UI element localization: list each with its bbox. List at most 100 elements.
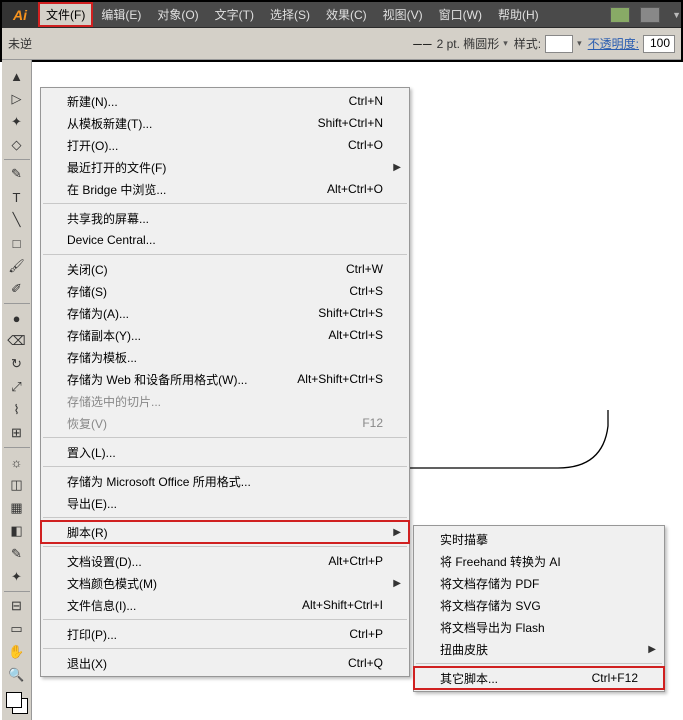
menu-item[interactable]: 存储(S)Ctrl+S (41, 280, 409, 302)
zoom-tool[interactable]: 🔍 (4, 664, 30, 686)
menu-item-label: 新建(N)... (67, 93, 349, 110)
menu-item[interactable]: 编辑(E) (93, 2, 149, 27)
bridge-badge[interactable] (610, 7, 630, 23)
scale-tool[interactable]: ⤢ (4, 376, 30, 398)
fill-stroke-swatch[interactable] (4, 690, 30, 716)
rotate-tool[interactable]: ↻ (4, 353, 30, 375)
menu-item-label: 其它脚本... (440, 670, 592, 687)
brush-tool[interactable]: 🖌 (4, 255, 30, 277)
menu-item[interactable]: 将文档导出为 Flash (414, 616, 664, 638)
menu-item[interactable]: 存储为 Microsoft Office 所用格式... (41, 470, 409, 492)
menu-item-label: 在 Bridge 中浏览... (67, 181, 327, 198)
artboard-tool[interactable]: ▭ (4, 618, 30, 640)
line-tool[interactable]: ╲ (4, 209, 30, 231)
chevron-right-icon: ▶ (393, 578, 401, 589)
blob-tool[interactable]: ● (4, 307, 30, 329)
chevron-right-icon: ▶ (393, 162, 401, 173)
gradient-tool[interactable]: ◧ (4, 520, 30, 542)
menu-item[interactable]: 存储为模板... (41, 346, 409, 368)
rect-tool[interactable]: □ (4, 232, 30, 254)
menu-item[interactable]: 关闭(C)Ctrl+W (41, 258, 409, 280)
slice-tool[interactable]: ⊟ (4, 595, 30, 617)
menu-item[interactable]: 效果(C) (318, 2, 375, 27)
menu-item[interactable]: 新建(N)...Ctrl+N (41, 90, 409, 112)
chevron-down-icon[interactable]: ▾ (577, 38, 582, 49)
menu-item[interactable]: 实时描摹 (414, 528, 664, 550)
pen-tool[interactable]: ✎ (4, 163, 30, 185)
menu-separator (416, 663, 662, 664)
stroke-preset[interactable]: 2 pt. 椭圆形 (437, 35, 500, 52)
menu-item[interactable]: 存储为(A)...Shift+Ctrl+S (41, 302, 409, 324)
opacity-input[interactable]: 100 (643, 35, 675, 53)
freetrans-tool[interactable]: ⊞ (4, 422, 30, 444)
menu-item[interactable]: 打印(P)...Ctrl+P (41, 623, 409, 645)
menu-item-label: 将 Freehand 转换为 AI (440, 553, 638, 570)
chevron-right-icon: ▶ (648, 644, 656, 655)
menu-item[interactable]: 脚本(R)▶ (41, 521, 409, 543)
wand-tool[interactable]: ✦ (4, 111, 30, 133)
menu-shortcut: Ctrl+S (349, 284, 383, 298)
menu-item-label: 存储为 Microsoft Office 所用格式... (67, 473, 383, 490)
menu-item[interactable]: 其它脚本...Ctrl+F12 (414, 667, 664, 689)
menu-item[interactable]: 文件(F) (38, 2, 93, 27)
menu-item-label: 最近打开的文件(F) (67, 159, 383, 176)
file-menu-dropdown: 新建(N)...Ctrl+N从模板新建(T)...Shift+Ctrl+N打开(… (40, 87, 410, 677)
menu-separator (43, 648, 407, 649)
menu-item[interactable]: 存储副本(Y)...Alt+Ctrl+S (41, 324, 409, 346)
menu-item[interactable]: 窗口(W) (431, 2, 490, 27)
menubar: 文件(F)编辑(E)对象(O)文字(T)选择(S)效果(C)视图(V)窗口(W)… (38, 2, 598, 27)
hand-tool[interactable]: ✋ (4, 641, 30, 663)
menu-item[interactable]: 选择(S) (262, 2, 318, 27)
menu-item[interactable]: 打开(O)...Ctrl+O (41, 134, 409, 156)
menu-item-label: 脚本(R) (67, 524, 383, 541)
menu-item[interactable]: Device Central... (41, 229, 409, 251)
menu-item[interactable]: 文件信息(I)...Alt+Shift+Ctrl+I (41, 594, 409, 616)
symbol-tool[interactable]: ☼ (4, 451, 30, 473)
menu-item[interactable]: 将文档存储为 SVG (414, 594, 664, 616)
opacity-label[interactable]: 不透明度: (588, 35, 639, 52)
menu-item[interactable]: 导出(E)... (41, 492, 409, 514)
menu-item[interactable]: 扭曲皮肤▶ (414, 638, 664, 660)
menu-shortcut: Ctrl+P (349, 627, 383, 641)
eraser-tool[interactable]: ⌫ (4, 330, 30, 352)
menu-item[interactable]: 在 Bridge 中浏览...Alt+Ctrl+O (41, 178, 409, 200)
menu-item[interactable]: 共享我的屏幕... (41, 207, 409, 229)
direct-tool[interactable]: ▷ (4, 88, 30, 110)
menu-item[interactable]: 对象(O) (149, 2, 206, 27)
selection-tool[interactable]: ▲ (4, 65, 30, 87)
doc-status: 未逆 (8, 35, 32, 52)
style-swatch[interactable] (545, 35, 573, 53)
menu-shortcut: Alt+Ctrl+O (327, 182, 383, 196)
type-tool[interactable]: T (4, 186, 30, 208)
menu-item[interactable]: 将文档存储为 PDF (414, 572, 664, 594)
dash-icon: ─ ─ (413, 37, 430, 51)
menu-shortcut: Ctrl+O (348, 138, 383, 152)
blend-tool[interactable]: ✦ (4, 566, 30, 588)
menu-item-label: 文档设置(D)... (67, 553, 328, 570)
chevron-down-icon[interactable]: ▾ (503, 38, 508, 49)
chevron-down-icon: ▼ (672, 10, 681, 20)
top-badges: ▼ (610, 7, 681, 23)
menu-item[interactable]: 退出(X)Ctrl+Q (41, 652, 409, 674)
eyedrop-tool[interactable]: ✎ (4, 543, 30, 565)
menu-item-label: 存储为(A)... (67, 305, 318, 322)
menu-item[interactable]: 存储为 Web 和设备所用格式(W)...Alt+Shift+Ctrl+S (41, 368, 409, 390)
lasso-tool[interactable]: ◇ (4, 134, 30, 156)
warp-tool[interactable]: ⌇ (4, 399, 30, 421)
menu-separator (43, 437, 407, 438)
menu-item[interactable]: 从模板新建(T)...Shift+Ctrl+N (41, 112, 409, 134)
menu-item[interactable]: 视图(V) (375, 2, 431, 27)
menu-item[interactable]: 文字(T) (207, 2, 262, 27)
menu-item[interactable]: 将 Freehand 转换为 AI (414, 550, 664, 572)
pencil-tool[interactable]: ✐ (4, 278, 30, 300)
menu-item[interactable]: 文档设置(D)...Alt+Ctrl+P (41, 550, 409, 572)
app-topbar: Ai 文件(F)编辑(E)对象(O)文字(T)选择(S)效果(C)视图(V)窗口… (2, 2, 681, 28)
menu-item[interactable]: 文档颜色模式(M)▶ (41, 572, 409, 594)
menu-item[interactable]: 置入(L)... (41, 441, 409, 463)
graph-tool[interactable]: ◫ (4, 474, 30, 496)
mesh-tool[interactable]: ▦ (4, 497, 30, 519)
menu-separator (43, 619, 407, 620)
menu-item[interactable]: 帮助(H) (490, 2, 547, 27)
menu-item[interactable]: 最近打开的文件(F) ▶ (41, 156, 409, 178)
arrange-badge[interactable] (640, 7, 660, 23)
